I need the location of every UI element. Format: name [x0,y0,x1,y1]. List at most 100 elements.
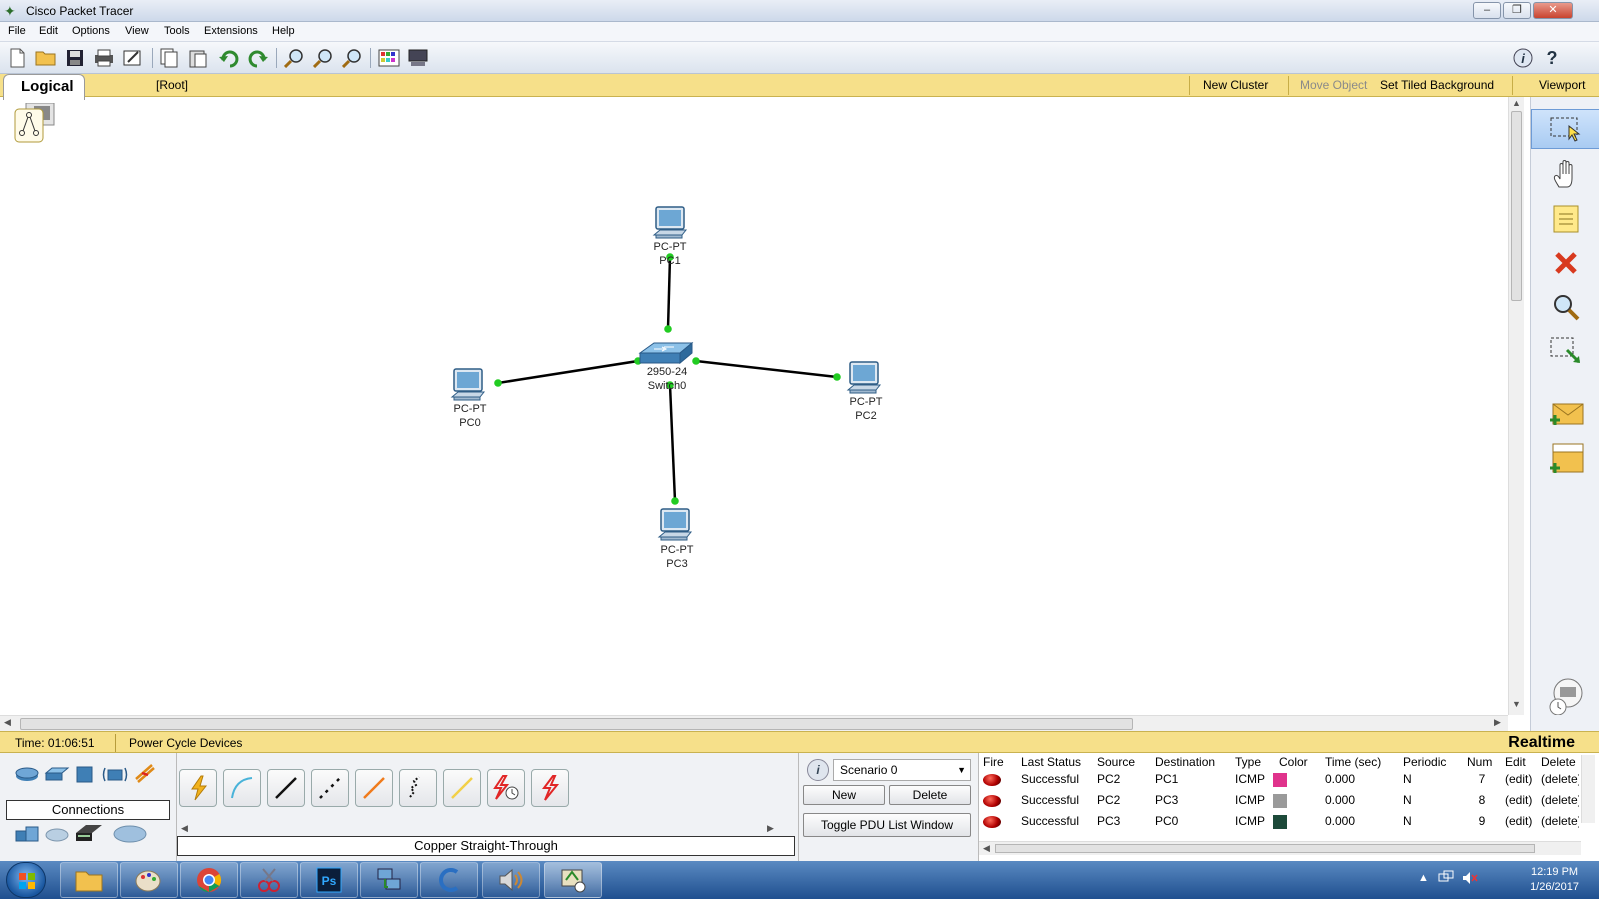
device-switch0[interactable]: 2950-24 Switch0 [638,341,694,392]
toggle-pdu-list-button[interactable]: Toggle PDU List Window [803,813,971,837]
inspect-icon[interactable] [1531,287,1599,327]
cell-edit[interactable]: (edit) [1505,772,1532,786]
delete-icon[interactable] [1531,243,1599,283]
zoom-in-icon[interactable] [283,47,305,69]
print-icon[interactable] [93,47,115,69]
simulation-toggle-icon[interactable] [1531,675,1599,715]
resize-shape-icon[interactable] [1531,331,1599,371]
paste-icon[interactable] [187,47,209,69]
zoom-reset-icon[interactable] [312,47,334,69]
tray-expand-icon[interactable]: ▲ [1418,872,1429,884]
cell-edit[interactable]: (edit) [1505,793,1532,807]
photoshop-icon[interactable]: Ps [300,862,358,898]
packet-tracer-taskbar-icon[interactable] [544,862,602,898]
end-devices-category-icon[interactable] [14,825,39,843]
custom-device-icon[interactable] [407,47,429,69]
fiber-cable-icon[interactable] [355,769,393,807]
pdu-table-row[interactable]: Successful PC3 PC0 ICMP 0.000 N 9 (edit) (delete… [979,813,1589,834]
minimize-button[interactable]: – [1473,2,1501,19]
chrome-icon[interactable] [180,862,238,898]
wireless-category-icon[interactable] [102,765,128,783]
root-breadcrumb[interactable]: [Root] [156,78,188,92]
device-pc1[interactable]: PC-PT PC1 [652,206,688,267]
new-file-icon[interactable] [6,47,28,69]
hubs-category-icon[interactable] [74,765,98,783]
logical-view-icon[interactable] [14,102,56,143]
cell-delete[interactable]: (delete) [1541,793,1579,807]
viewport-button[interactable]: Viewport [1539,78,1585,92]
fire-pdu-icon[interactable] [983,795,1001,807]
horizontal-scroll-thumb[interactable] [20,718,1133,730]
undo-icon[interactable] [218,47,240,69]
canvas-horizontal-scrollbar[interactable]: ◀ ▶ [0,715,1508,731]
add-complex-pdu-icon[interactable] [1531,439,1599,479]
copy-icon[interactable] [158,47,180,69]
custom-devices-category-icon[interactable] [74,821,102,841]
move-object-button[interactable]: Move Object [1300,78,1367,92]
menu-options[interactable]: Options [72,25,110,37]
fire-pdu-icon[interactable] [983,816,1001,828]
phone-cable-icon[interactable] [399,769,437,807]
activity-wizard-icon[interactable] [122,47,144,69]
info-icon[interactable]: i [1512,47,1534,69]
auto-connection-icon[interactable] [179,769,217,807]
copper-cross-over-icon[interactable] [311,769,349,807]
device-pc0[interactable]: PC-PT PC0 [450,368,487,429]
snipping-tool-icon[interactable] [240,862,298,898]
new-scenario-button[interactable]: New [803,785,885,805]
realtime-mode-tab[interactable]: Realtime [1508,734,1575,752]
pdu-horizontal-scrollbar[interactable]: ◀ [979,841,1581,855]
cell-edit[interactable]: (edit) [1505,814,1532,828]
start-button[interactable] [6,862,46,898]
palette-icon[interactable] [378,47,400,69]
open-folder-icon[interactable] [35,47,57,69]
vertical-scroll-thumb[interactable] [1511,111,1522,301]
select-tool-icon[interactable] [1531,109,1599,149]
device-pc2[interactable]: PC-PT PC2 [846,361,883,422]
connection-types-scrollbar[interactable]: ◀ ▶ [177,823,795,835]
multiuser-connection-category-icon[interactable] [112,823,147,843]
move-layout-hand-icon[interactable] [1531,154,1599,194]
console-cable-icon[interactable] [223,769,261,807]
scenario-select[interactable]: Scenario 0 ▼ [833,759,971,781]
menu-view[interactable]: View [125,25,149,37]
link-pc1-switch0[interactable] [666,256,672,330]
delete-scenario-button[interactable]: Delete [889,785,971,805]
restore-button[interactable]: ❐ [1503,2,1531,19]
link-pc0-switch0[interactable] [497,359,639,385]
menu-help[interactable]: Help [272,25,295,37]
cell-delete[interactable]: (delete) [1541,772,1579,786]
pdu-table-row[interactable]: Successful PC2 PC3 ICMP 0.000 N 8 (edit) (delete… [979,792,1589,813]
pdu-vertical-scrollbar[interactable] [1581,755,1595,823]
paint-icon[interactable] [120,862,178,898]
menu-tools[interactable]: Tools [164,25,190,37]
wan-emulation-category-icon[interactable] [44,825,69,843]
coaxial-cable-icon[interactable] [443,769,481,807]
taskbar-clock[interactable]: 12:19 PM 1/26/2017 [1530,865,1579,895]
volume-icon[interactable] [482,862,540,898]
help-icon[interactable]: ? [1541,47,1563,69]
pdu-table-row[interactable]: Successful PC2 PC1 ICMP 0.000 N 7 (edit) (delete… [979,771,1589,792]
menu-file[interactable]: File [8,25,26,37]
link-pc2-switch0[interactable] [695,359,838,379]
new-cluster-button[interactable]: New Cluster [1203,78,1268,92]
save-icon[interactable] [64,47,86,69]
place-note-icon[interactable] [1531,199,1599,239]
copper-straight-through-icon[interactable] [267,769,305,807]
fire-pdu-icon[interactable] [983,774,1001,786]
close-button[interactable]: ✕ [1533,2,1573,19]
routers-category-icon[interactable] [14,765,39,783]
link-pc3-switch0[interactable] [668,384,677,502]
file-explorer-icon[interactable] [60,862,118,898]
volume-muted-tray-icon[interactable] [1462,870,1478,889]
device-pc3[interactable]: PC-PT PC3 [657,508,694,570]
redo-icon[interactable] [247,47,269,69]
tab-logical[interactable]: Logical [3,74,85,100]
serial-dce-icon[interactable] [487,769,525,807]
set-tiled-background-button[interactable]: Set Tiled Background [1380,78,1494,92]
menu-edit[interactable]: Edit [39,25,58,37]
canvas-vertical-scrollbar[interactable]: ▲ ▼ [1508,97,1524,715]
network-tray-icon[interactable] [1438,870,1454,889]
connections-category-icon[interactable] [132,763,156,783]
scenario-info-icon[interactable]: i [807,759,829,781]
